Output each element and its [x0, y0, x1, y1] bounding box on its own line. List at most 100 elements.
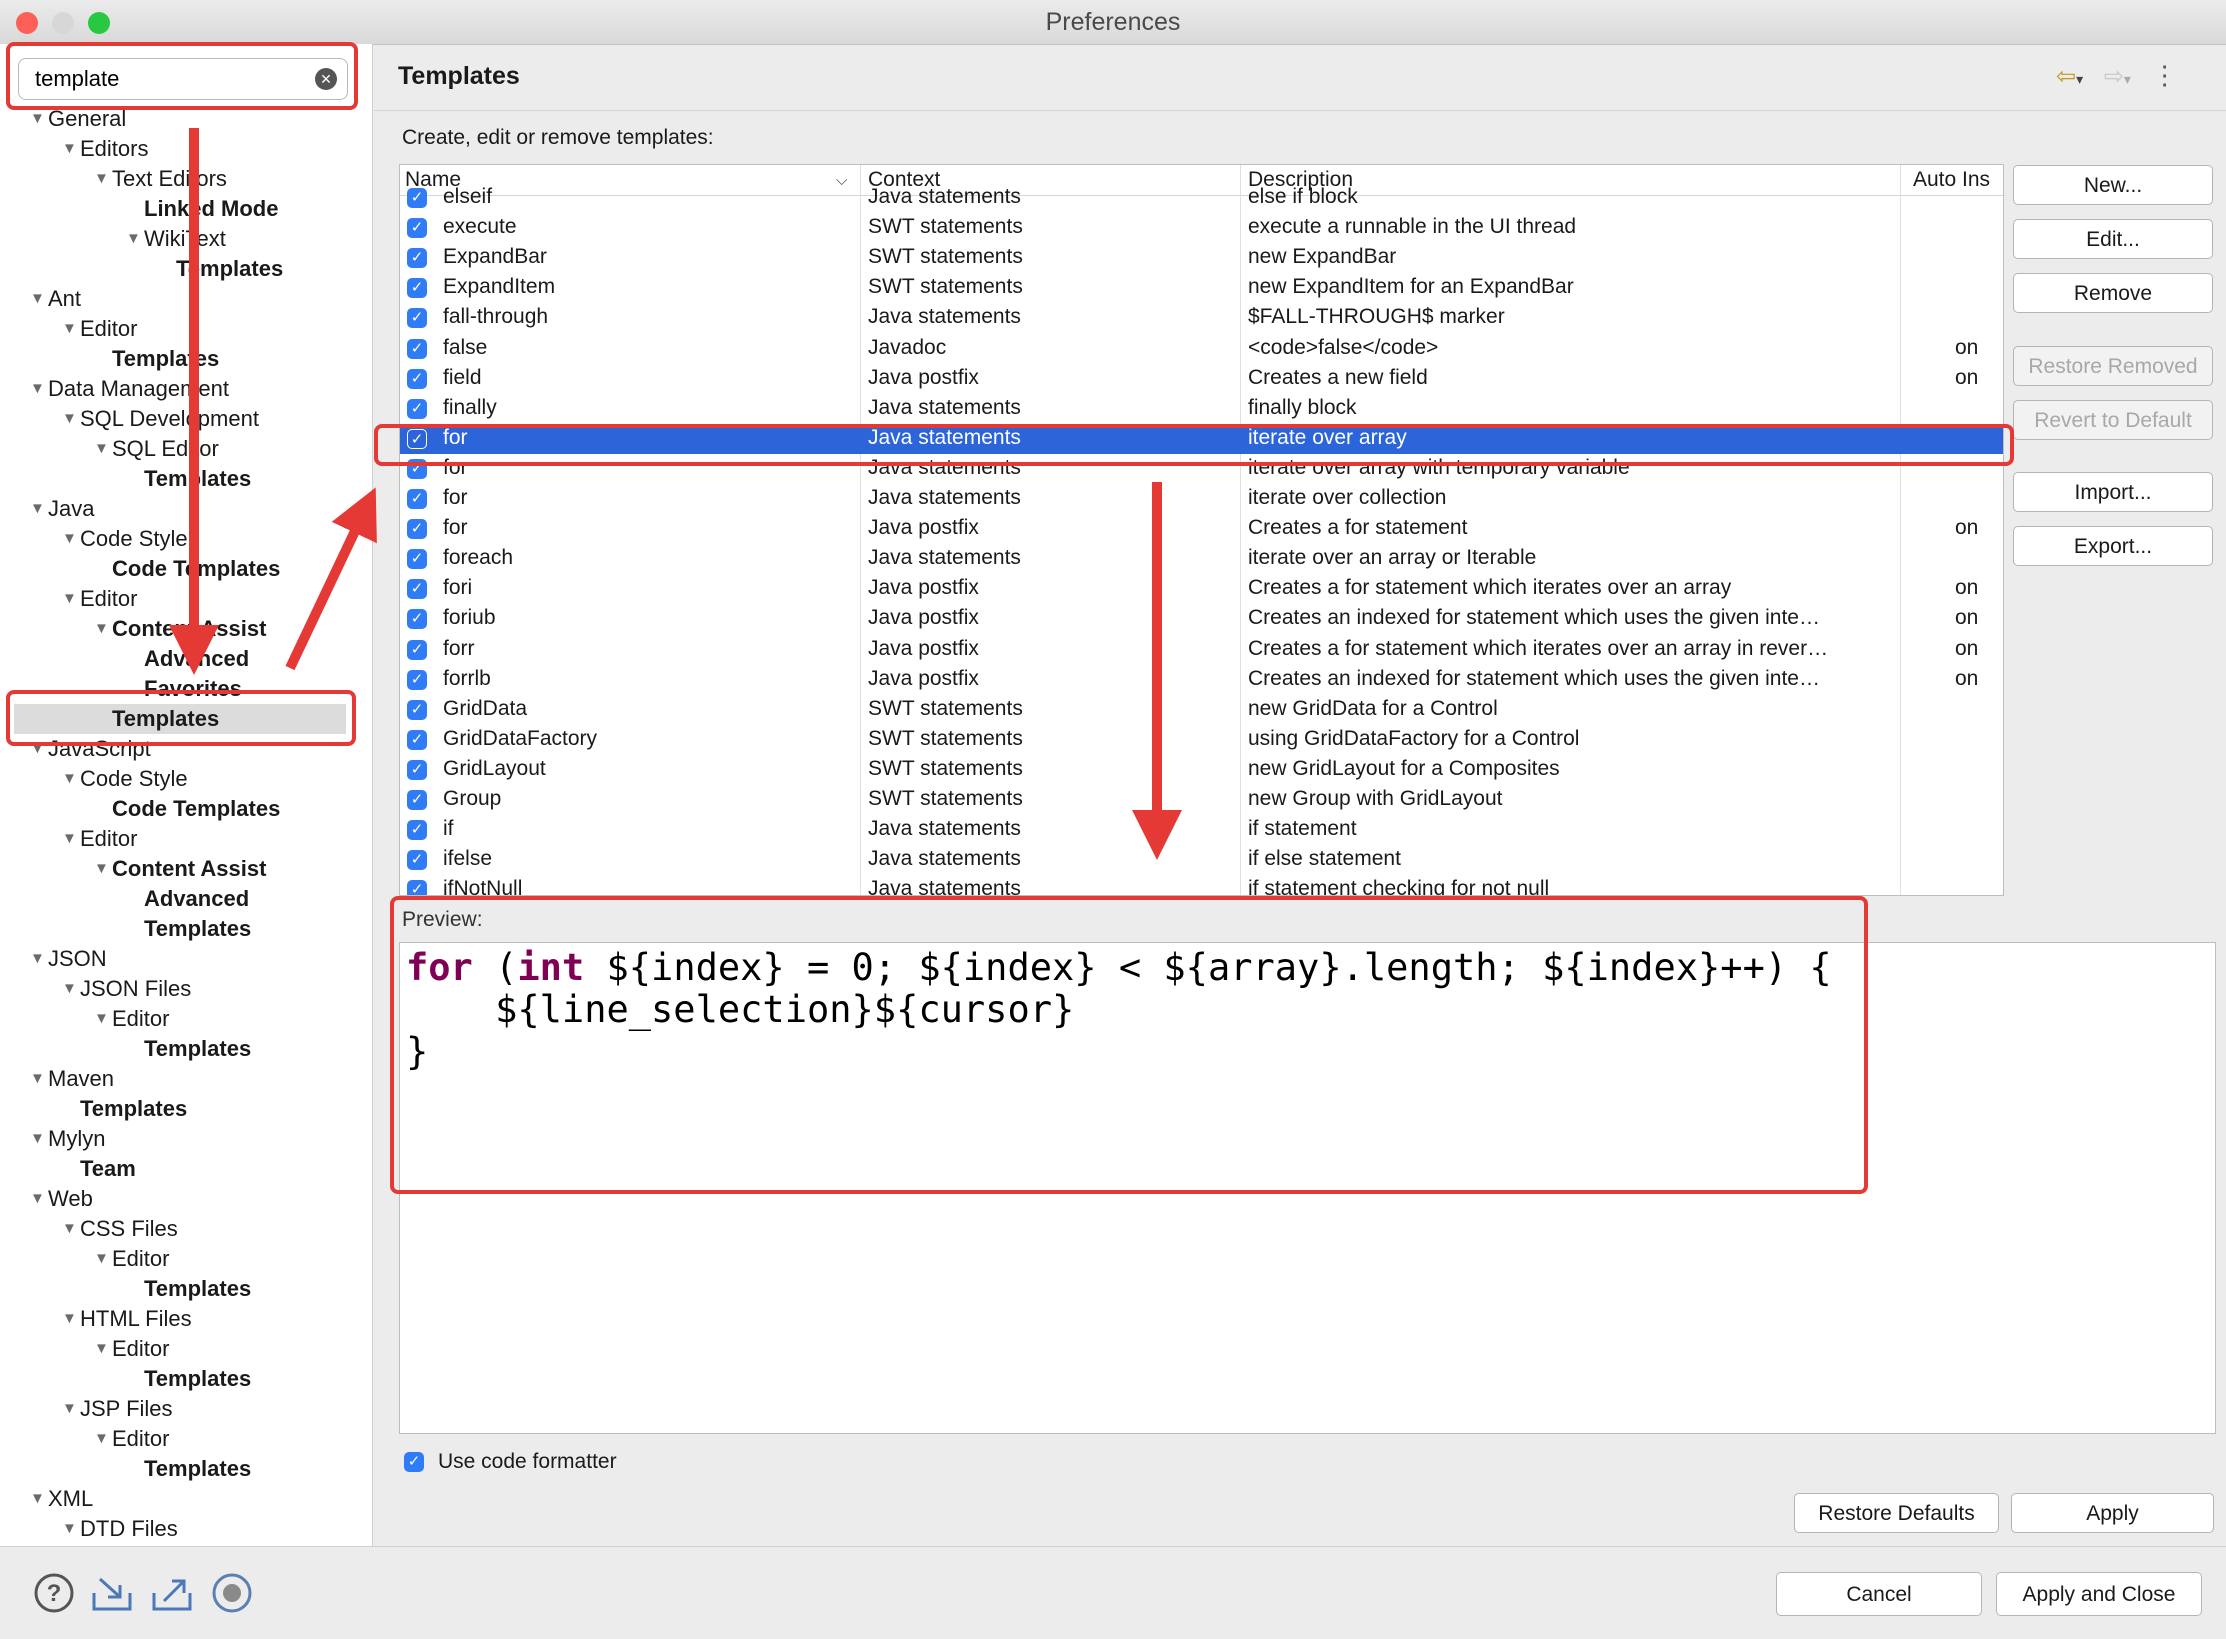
- expand-triangle-icon[interactable]: ▼: [94, 1334, 112, 1364]
- use-code-formatter-checkbox[interactable]: ✓: [404, 1452, 424, 1472]
- expand-triangle-icon[interactable]: ▼: [62, 134, 80, 164]
- table-row[interactable]: ✓ ExpandBar SWT statements new ExpandBar: [400, 243, 2003, 273]
- table-row[interactable]: ✓ ifelse Java statements if else statement: [400, 845, 2003, 875]
- enabled-checkbox[interactable]: ✓: [407, 308, 427, 329]
- tree-item[interactable]: ▼ Data Management: [30, 374, 229, 404]
- table-row[interactable]: ✓ false Javadoc <code>false</code> on: [400, 334, 2003, 364]
- enabled-checkbox[interactable]: ✓: [407, 188, 427, 208]
- cancel-button[interactable]: Cancel: [1776, 1572, 1982, 1616]
- enabled-checkbox[interactable]: ✓: [407, 669, 427, 690]
- tree-item[interactable]: Code Templates: [94, 794, 280, 824]
- table-row[interactable]: ✓ if Java statements if statement: [400, 815, 2003, 845]
- new-button[interactable]: New...: [2013, 165, 2213, 205]
- expand-triangle-icon[interactable]: ▼: [62, 1304, 80, 1334]
- tree-item[interactable]: Team: [62, 1154, 136, 1184]
- table-row[interactable]: ✓ finally Java statements finally block: [400, 394, 2003, 424]
- expand-triangle-icon[interactable]: ▼: [62, 314, 80, 344]
- revert-to-default-button[interactable]: Revert to Default: [2013, 400, 2213, 440]
- tree-item[interactable]: ▼ CSS Files: [62, 1214, 178, 1244]
- expand-triangle-icon[interactable]: ▼: [126, 224, 144, 254]
- table-row[interactable]: ✓ foriub Java postfix Creates an indexed fo…: [400, 604, 2003, 634]
- table-row[interactable]: ✓ Group SWT statements new Group with GridL…: [400, 785, 2003, 815]
- expand-triangle-icon[interactable]: ▼: [30, 1124, 48, 1154]
- table-row[interactable]: ✓ GridDataFactory SWT statements using Grid…: [400, 725, 2003, 755]
- templates-table[interactable]: Name ⌵ Context Description Auto Ins ✓ els…: [399, 164, 2004, 896]
- table-row[interactable]: ✓ fall-through Java statements $FALL-THROUG…: [400, 303, 2003, 333]
- enabled-checkbox[interactable]: ✓: [407, 759, 427, 780]
- enabled-checkbox[interactable]: ✓: [407, 489, 427, 509]
- table-row[interactable]: ✓ execute SWT statements execute a runnable…: [400, 213, 2003, 243]
- table-row[interactable]: ✓ ifNotNull Java statements if statement ch…: [400, 875, 2003, 895]
- expand-triangle-icon[interactable]: ▼: [62, 524, 80, 554]
- tree-item[interactable]: Templates: [126, 464, 251, 494]
- tree-item[interactable]: ▼ Code Style: [62, 764, 188, 794]
- expand-triangle-icon[interactable]: ▼: [94, 614, 112, 644]
- tree-item[interactable]: ▼ Editor: [62, 314, 137, 344]
- expand-triangle-icon[interactable]: ▼: [30, 1184, 48, 1214]
- help-icon[interactable]: ?: [32, 1571, 76, 1615]
- restore-removed-button[interactable]: Restore Removed: [2013, 346, 2213, 386]
- enabled-checkbox[interactable]: ✓: [407, 368, 427, 389]
- expand-triangle-icon[interactable]: ▼: [94, 1004, 112, 1034]
- tree-item[interactable]: ▼ Code Style: [62, 524, 188, 554]
- export-button[interactable]: Export...: [2013, 526, 2213, 566]
- enabled-checkbox[interactable]: ✓: [407, 278, 427, 299]
- table-row[interactable]: ✓ fori Java postfix Creates a for statement…: [400, 574, 2003, 604]
- edit-button[interactable]: Edit...: [2013, 219, 2213, 259]
- table-row[interactable]: ✓ foreach Java statements iterate over an a…: [400, 544, 2003, 574]
- table-row[interactable]: ✓ field Java postfix Creates a new field on: [400, 364, 2003, 394]
- expand-triangle-icon[interactable]: ▼: [94, 854, 112, 884]
- tree-item[interactable]: ▼ Web: [30, 1184, 93, 1214]
- table-row[interactable]: ✓ for Java postfix Creates a for statement o…: [400, 514, 2003, 544]
- remove-button[interactable]: Remove: [2013, 273, 2213, 313]
- tree-item[interactable]: ▼ Ant: [30, 284, 81, 314]
- tree-item[interactable]: ▼ Editors: [62, 134, 148, 164]
- import-preferences-icon[interactable]: [90, 1571, 134, 1615]
- apply-and-close-button[interactable]: Apply and Close: [1996, 1572, 2202, 1616]
- tree-item[interactable]: ▼ Text Editors: [94, 164, 227, 194]
- table-row[interactable]: ✓ forr Java postfix Creates a for statement…: [400, 635, 2003, 665]
- tree-item[interactable]: ▼ Content Assist: [94, 614, 266, 644]
- expand-triangle-icon[interactable]: ▼: [62, 974, 80, 1004]
- tree-item[interactable]: ▼ HTML Files: [62, 1304, 192, 1334]
- enabled-checkbox[interactable]: ✓: [407, 880, 427, 895]
- expand-triangle-icon[interactable]: ▼: [30, 944, 48, 974]
- apply-button[interactable]: Apply: [2011, 1493, 2214, 1533]
- tree-item[interactable]: Code Templates: [94, 554, 280, 584]
- table-row[interactable]: ✓ for Java statements iterate over collecti…: [400, 484, 2003, 514]
- enabled-checkbox[interactable]: ✓: [407, 579, 427, 600]
- expand-triangle-icon[interactable]: ▼: [62, 764, 80, 794]
- expand-triangle-icon[interactable]: ▼: [30, 284, 48, 314]
- expand-triangle-icon[interactable]: ▼: [62, 824, 80, 854]
- enabled-checkbox[interactable]: ✓: [407, 820, 427, 841]
- tree-item[interactable]: ▼ Java: [30, 494, 94, 524]
- tree-item[interactable]: ▼ WikiText: [126, 224, 226, 254]
- tree-item[interactable]: Templates: [94, 344, 219, 374]
- more-options-icon[interactable]: ⋮: [2152, 60, 2178, 90]
- tree-item[interactable]: ▼ JSON: [30, 944, 107, 974]
- table-row[interactable]: ✓ GridData SWT statements new GridData for …: [400, 695, 2003, 725]
- back-menu-icon[interactable]: ▾: [2076, 71, 2083, 87]
- expand-triangle-icon[interactable]: ▼: [94, 164, 112, 194]
- table-row[interactable]: ✓ elseif Java statements else if block: [400, 183, 2003, 213]
- expand-triangle-icon[interactable]: ▼: [30, 1484, 48, 1514]
- tree-item[interactable]: ▼ JSP Files: [62, 1394, 173, 1424]
- tree-item[interactable]: ▼ Editor: [94, 1424, 169, 1454]
- expand-triangle-icon[interactable]: ▼: [62, 1514, 80, 1544]
- tree-item[interactable]: ▼ SQL Development: [62, 404, 259, 434]
- enabled-checkbox[interactable]: ✓: [407, 549, 427, 570]
- enabled-checkbox[interactable]: ✓: [407, 338, 427, 359]
- tree-item[interactable]: Templates: [126, 914, 251, 944]
- tree-item[interactable]: Templates: [126, 1454, 251, 1484]
- enabled-checkbox[interactable]: ✓: [407, 850, 427, 871]
- tree-item[interactable]: ▼ Editor: [94, 1004, 169, 1034]
- tree-item[interactable]: ▼ JSON Files: [62, 974, 191, 1004]
- tree-item[interactable]: Templates: [158, 254, 283, 284]
- enabled-checkbox[interactable]: ✓: [407, 519, 427, 540]
- enabled-checkbox[interactable]: ✓: [407, 218, 427, 239]
- forward-menu-icon[interactable]: ▾: [2124, 71, 2131, 87]
- tree-item[interactable]: Advanced: [126, 884, 249, 914]
- tree-item[interactable]: ▼ Editor: [62, 584, 137, 614]
- enabled-checkbox[interactable]: ✓: [407, 699, 427, 720]
- enabled-checkbox[interactable]: ✓: [407, 248, 427, 269]
